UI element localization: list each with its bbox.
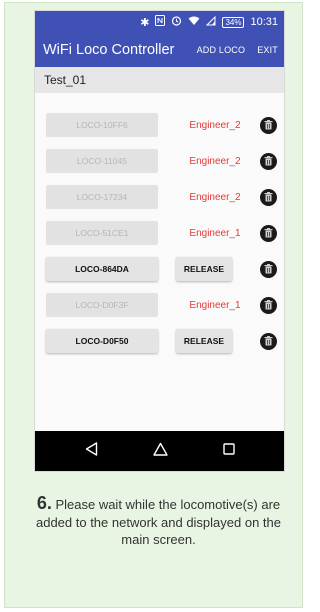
trash-icon[interactable]: [260, 260, 277, 278]
loco-button[interactable]: LOCO-D0F50: [46, 329, 158, 353]
network-name: Test_01: [35, 67, 284, 93]
add-loco-button[interactable]: ADD LOCO: [197, 45, 246, 55]
alarm-icon: [171, 15, 182, 29]
instruction-card: ✱ 34% 10:31 WiFi Loco Controller ADD LOC…: [4, 2, 303, 608]
loco-row: LOCO-11045 Engineer_2: [35, 143, 284, 179]
clock: 10:31: [250, 16, 278, 28]
instruction-caption: 6. Please wait while the locomotive(s) a…: [21, 493, 296, 549]
loco-row: LOCO-10FF6 Engineer_2: [35, 107, 284, 143]
status-bar: ✱ 34% 10:31: [35, 11, 284, 33]
app-bar: WiFi Loco Controller ADD LOCO EXIT: [35, 33, 284, 67]
loco-row: LOCO-17234 Engineer_2: [35, 179, 284, 215]
step-number: 6.: [36, 493, 52, 513]
trash-icon[interactable]: [260, 152, 277, 170]
release-button[interactable]: RELEASE: [176, 257, 232, 281]
loco-row: LOCO-D0F3F Engineer_1: [35, 287, 284, 323]
owner-label: Engineer_2: [189, 191, 241, 203]
loco-row: LOCO-864DA RELEASE: [35, 251, 284, 287]
loco-button[interactable]: LOCO-51CE1: [46, 221, 158, 245]
trash-icon[interactable]: [260, 224, 277, 242]
loco-button[interactable]: LOCO-864DA: [46, 257, 158, 281]
signal-icon: [206, 15, 216, 29]
app-title: WiFi Loco Controller: [43, 42, 175, 58]
exit-button[interactable]: EXIT: [257, 45, 278, 55]
loco-button[interactable]: LOCO-D0F3F: [46, 293, 158, 317]
recents-icon[interactable]: [222, 442, 235, 460]
nfc-icon: [155, 15, 166, 29]
trash-icon[interactable]: [260, 116, 277, 134]
loco-button[interactable]: LOCO-11045: [46, 149, 158, 173]
loco-row: LOCO-D0F50 RELEASE: [35, 323, 284, 359]
battery-icon: 34%: [222, 16, 245, 28]
home-icon[interactable]: [152, 442, 168, 461]
instruction-text: Please wait while the locomotive(s) are …: [35, 497, 281, 547]
trash-icon[interactable]: [260, 332, 277, 350]
wifi-icon: [188, 16, 200, 29]
trash-icon[interactable]: [260, 188, 277, 206]
loco-list: LOCO-10FF6 Engineer_2 LOCO-11045 Enginee…: [35, 93, 284, 359]
owner-label: Engineer_1: [189, 299, 241, 311]
owner-label: Engineer_2: [189, 119, 241, 131]
loco-row: LOCO-51CE1 Engineer_1: [35, 215, 284, 251]
trash-icon[interactable]: [260, 296, 277, 314]
release-button[interactable]: RELEASE: [176, 329, 232, 353]
bluetooth-icon: ✱: [140, 15, 150, 29]
loco-button[interactable]: LOCO-10FF6: [46, 113, 158, 137]
owner-label: Engineer_1: [189, 227, 241, 239]
back-icon[interactable]: [85, 441, 98, 461]
loco-button[interactable]: LOCO-17234: [46, 185, 158, 209]
owner-label: Engineer_2: [189, 155, 241, 167]
android-nav-bar: [35, 431, 284, 471]
phone-screenshot: ✱ 34% 10:31 WiFi Loco Controller ADD LOC…: [35, 11, 284, 471]
